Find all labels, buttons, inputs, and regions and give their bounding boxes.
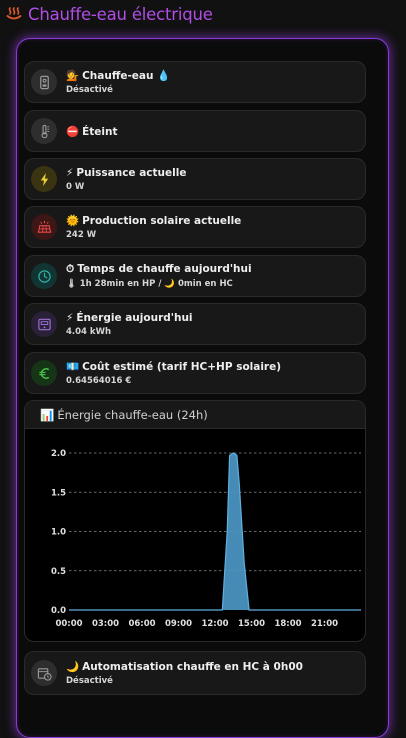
tile-title: Puissance actuelle — [76, 167, 186, 179]
sun-emoji: 🌞 — [66, 214, 79, 227]
tile-value: 0.64564016 € — [66, 376, 281, 386]
tile-state: Désactivé — [66, 676, 303, 686]
tile-value: 242 W — [66, 230, 241, 240]
page-title: Chauffe-eau électrique — [28, 5, 213, 24]
zap-emoji: ⚡ — [66, 312, 73, 324]
tile-title: Temps de chauffe aujourd'hui — [77, 263, 251, 275]
tile-solar-production[interactable]: 🌞Production solaire actuelle 242 W — [24, 206, 366, 248]
thermometer-icon — [31, 118, 57, 144]
tile-title: Coût estimé (tarif HC+HP solaire) — [82, 361, 281, 373]
no-entry-emoji: ⛔ — [66, 125, 79, 138]
energy-chart: 0.0 0.5 1.0 1.5 2.0 00:00 03:00 06:00 09:00 12:00… — [25, 429, 366, 642]
meter-icon — [31, 311, 57, 337]
tile-value: 4.04 kWh — [66, 327, 193, 337]
solar-panel-icon — [31, 214, 57, 240]
zap-emoji: ⚡ — [66, 167, 73, 179]
x-tick-label: 00:00 — [55, 619, 82, 629]
euro-banknote-emoji: 💶 — [66, 360, 79, 373]
tile-heater-status[interactable]: ⛔Éteint — [24, 110, 366, 152]
y-tick-label: 1.0 — [51, 528, 66, 538]
tile-title: Chauffe-eau 💧 — [82, 70, 170, 82]
moon-emoji: 🌙 — [66, 660, 79, 673]
x-tick-label: 21:00 — [311, 619, 338, 629]
person-emoji: 💁 — [66, 69, 79, 82]
tile-title: Automatisation chauffe en HC à 0h00 — [82, 661, 303, 673]
x-tick-label: 18:00 — [274, 619, 301, 629]
y-tick-label: 0.0 — [51, 606, 66, 616]
tile-hc-automation[interactable]: 🌙Automatisation chauffe en HC à 0h00 Dés… — [24, 651, 366, 695]
heat-waves-icon — [6, 6, 22, 22]
tile-value: 🌡 1h 28min en HP / 🌙 0min en HC — [66, 279, 252, 289]
x-tick-label: 15:00 — [238, 619, 265, 629]
tile-estimated-cost[interactable]: 💶Coût estimé (tarif HC+HP solaire) 0.645… — [24, 352, 366, 394]
tile-heating-time[interactable]: ⏱Temps de chauffe aujourd'hui 🌡 1h 28min… — [24, 255, 366, 297]
x-tick-label: 06:00 — [128, 619, 155, 629]
tile-energy-today[interactable]: ⚡Énergie aujourd'hui 4.04 kWh — [24, 303, 366, 345]
y-tick-label: 1.5 — [51, 488, 66, 498]
stopwatch-emoji: ⏱ — [66, 263, 74, 276]
euro-icon — [31, 360, 57, 386]
y-tick-label: 2.0 — [51, 449, 66, 459]
tile-title: Production solaire actuelle — [82, 215, 241, 227]
tile-state: Désactivé — [66, 85, 170, 95]
x-tick-label: 09:00 — [165, 619, 192, 629]
tile-title: Énergie aujourd'hui — [76, 312, 192, 324]
calendar-clock-icon — [31, 660, 57, 686]
x-tick-label: 12:00 — [201, 619, 228, 629]
tile-current-power[interactable]: ⚡Puissance actuelle 0 W — [24, 158, 366, 200]
x-tick-label: 03:00 — [92, 619, 119, 629]
tile-water-heater[interactable]: 💁Chauffe-eau 💧 Désactivé — [24, 61, 366, 103]
flash-icon — [31, 166, 57, 192]
tile-title: Éteint — [82, 126, 117, 138]
chart-header: 📊 Énergie chauffe-eau (24h) — [25, 401, 365, 429]
page-header: Chauffe-eau électrique — [6, 2, 213, 26]
y-tick-label: 0.5 — [51, 567, 66, 577]
energy-chart-card: 📊 Énergie chauffe-eau (24h) 0.0 0.5 1.0 1.5… — [24, 400, 366, 642]
water-heater-icon — [31, 69, 57, 95]
bar-chart-emoji: 📊 — [40, 408, 54, 422]
tile-value: 0 W — [66, 182, 186, 192]
chart-title: Énergie chauffe-eau (24h) — [57, 408, 207, 422]
clock-icon — [31, 263, 57, 289]
